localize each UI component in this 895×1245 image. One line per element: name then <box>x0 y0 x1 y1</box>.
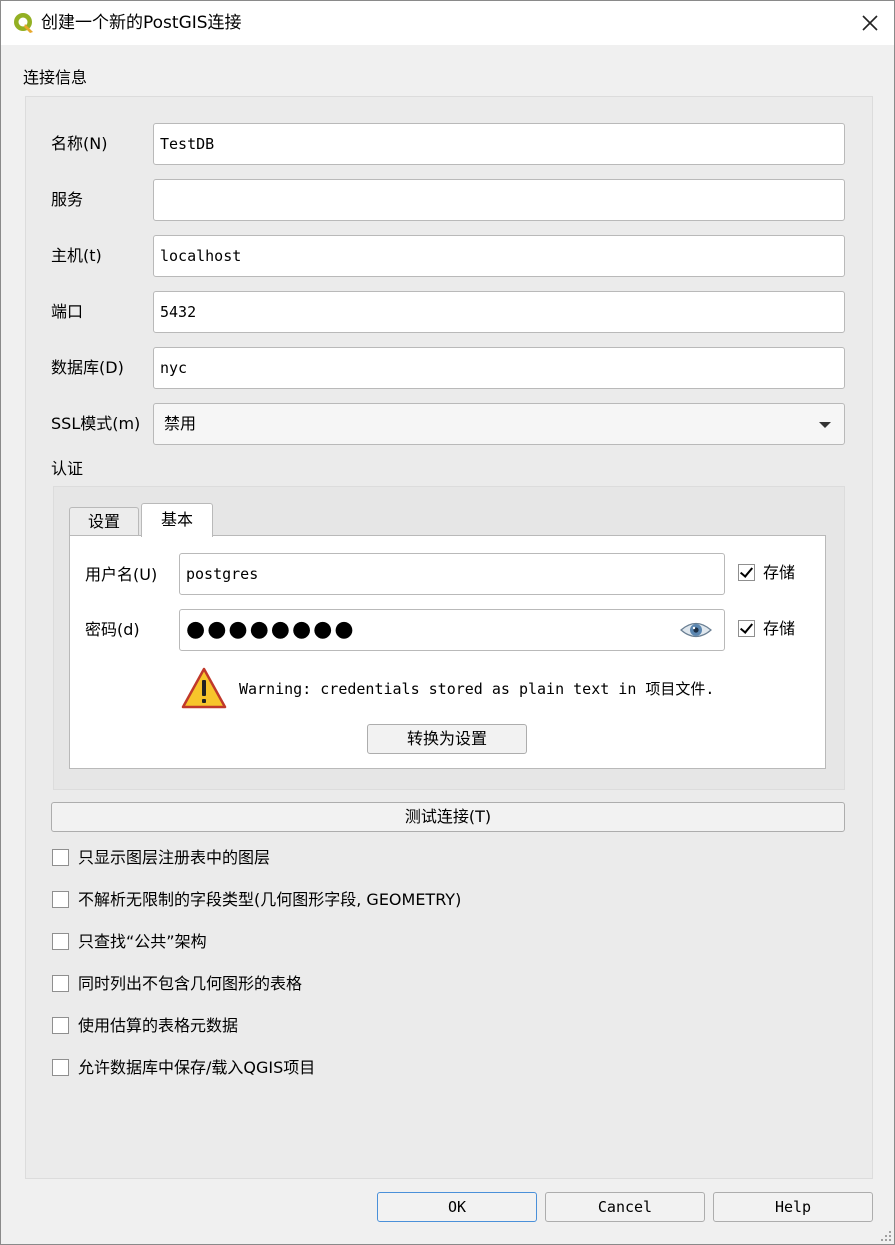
title-bar: 创建一个新的PostGIS连接 <box>1 1 894 45</box>
window-title: 创建一个新的PostGIS连接 <box>41 13 242 33</box>
service-label: 服务 <box>51 190 84 209</box>
password-input[interactable]: ●●●●●●●● <box>179 609 725 651</box>
connection-info-group-title: 连接信息 <box>23 68 88 87</box>
store-password-label: 存储 <box>763 619 796 638</box>
tab-settings[interactable]: 设置 <box>69 507 139 537</box>
convert-to-config-button[interactable]: 转换为设置 <box>367 724 527 754</box>
help-button[interactable]: Help <box>713 1192 873 1222</box>
password-masked-value: ●●●●●●●● <box>186 617 356 642</box>
ssl-mode-select[interactable]: 禁用 <box>153 403 845 445</box>
option-public-schema-checkbox[interactable] <box>52 933 69 950</box>
database-label: 数据库(D) <box>51 358 124 377</box>
tab-basic[interactable]: 基本 <box>141 503 213 537</box>
option-unrestricted-types-label: 不解析无限制的字段类型(几何图形字段, GEOMETRY) <box>78 890 462 909</box>
cancel-button[interactable]: Cancel <box>545 1192 705 1222</box>
warning-icon <box>181 667 227 709</box>
option-layer-registry-label: 只显示图层注册表中的图层 <box>78 848 271 867</box>
option-estimated-metadata-checkbox[interactable] <box>52 1017 69 1034</box>
ssl-mode-label: SSL模式(m) <box>51 414 141 433</box>
host-label: 主机(t) <box>51 246 102 265</box>
service-input[interactable] <box>153 179 845 221</box>
username-label: 用户名(U) <box>85 565 158 584</box>
option-qgis-projects-checkbox[interactable] <box>52 1059 69 1076</box>
ssl-mode-value: 禁用 <box>164 414 197 433</box>
store-username-checkbox[interactable] <box>738 564 755 581</box>
auth-group-title: 认证 <box>51 459 84 478</box>
ok-button[interactable]: OK <box>377 1192 537 1222</box>
database-input[interactable]: nyc <box>153 347 845 389</box>
option-unrestricted-types-checkbox[interactable] <box>52 891 69 908</box>
plaintext-warning: Warning: credentials stored as plain tex… <box>239 680 715 698</box>
eye-icon[interactable] <box>680 620 712 640</box>
host-input[interactable]: localhost <box>153 235 845 277</box>
test-connection-button[interactable]: 测试连接(T) <box>51 802 845 832</box>
port-label: 端口 <box>51 302 84 321</box>
resize-grip-icon[interactable] <box>878 1228 892 1242</box>
option-no-geometry-tables-checkbox[interactable] <box>52 975 69 992</box>
dialog-window: 创建一个新的PostGIS连接 连接信息 名称(N) TestDB 服务 主机(… <box>0 0 895 1245</box>
option-estimated-metadata-label: 使用估算的表格元数据 <box>78 1016 239 1035</box>
name-label: 名称(N) <box>51 134 108 153</box>
option-qgis-projects-label: 允许数据库中保存/载入QGIS项目 <box>78 1058 316 1077</box>
option-no-geometry-tables-label: 同时列出不包含几何图形的表格 <box>78 974 303 993</box>
option-public-schema-label: 只查找“公共”架构 <box>78 932 207 951</box>
name-input[interactable]: TestDB <box>153 123 845 165</box>
username-input[interactable]: postgres <box>179 553 725 595</box>
close-icon[interactable] <box>861 14 879 32</box>
store-username-label: 存储 <box>763 563 796 582</box>
store-password-checkbox[interactable] <box>738 620 755 637</box>
password-label: 密码(d) <box>85 620 140 639</box>
option-layer-registry-checkbox[interactable] <box>52 849 69 866</box>
port-input[interactable]: 5432 <box>153 291 845 333</box>
chevron-down-icon <box>819 422 831 428</box>
qgis-logo-icon <box>14 13 33 33</box>
